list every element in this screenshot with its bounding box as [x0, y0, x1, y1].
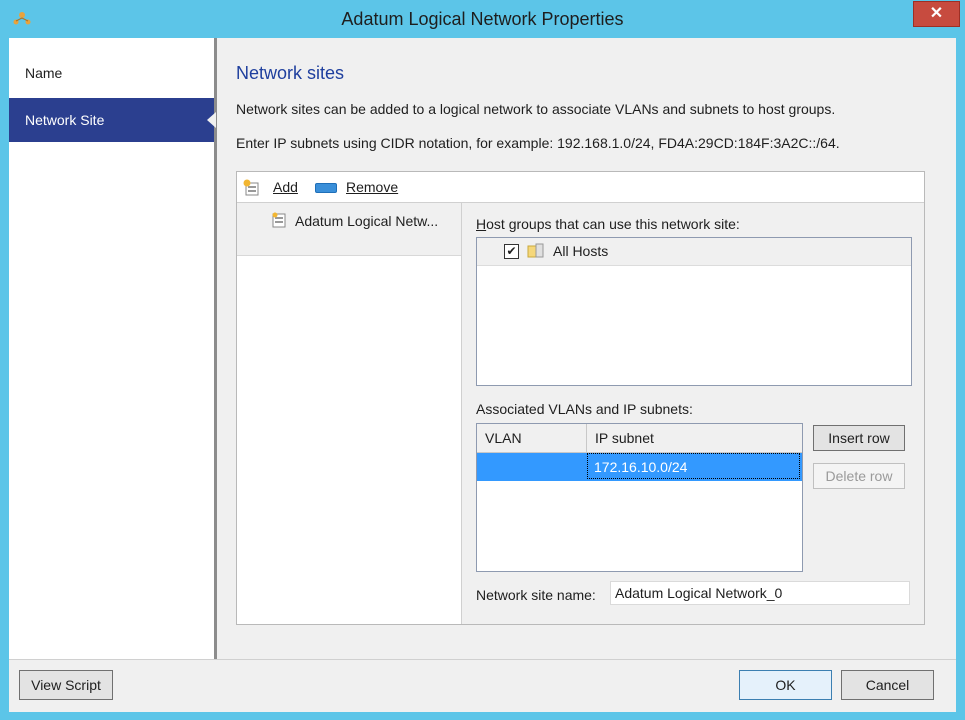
- column-divider[interactable]: [586, 424, 587, 452]
- main-panel: Network sites Network sites can be added…: [217, 38, 956, 659]
- host-group-folder-icon: [527, 243, 544, 258]
- add-label: Add: [273, 179, 298, 195]
- dialog-client: Name Network Site Network sites Network …: [9, 38, 956, 712]
- close-icon: ✕: [929, 5, 944, 22]
- dialog-footer: View Script OK Cancel: [9, 659, 956, 712]
- ok-button[interactable]: OK: [739, 670, 832, 700]
- remove-button[interactable]: Remove: [346, 179, 398, 195]
- cidr-hint-text: Enter IP subnets using CIDR notation, fo…: [236, 135, 840, 151]
- dialog-window: Adatum Logical Network Properties ✕ Name…: [0, 0, 965, 720]
- add-site-icon[interactable]: [243, 179, 261, 196]
- list-item[interactable]: ✔ All Hosts: [477, 238, 911, 266]
- ip-subnet-cell[interactable]: 172.16.10.0/24: [587, 453, 800, 479]
- all-hosts-checkbox[interactable]: ✔: [504, 244, 519, 259]
- active-pointer-icon: [207, 112, 216, 128]
- sites-toolbar: Add Remove: [237, 172, 924, 203]
- column-header-vlan[interactable]: VLAN: [485, 430, 522, 446]
- sites-list: Adatum Logical Netw...: [237, 203, 462, 624]
- nav-item-name[interactable]: Name: [9, 51, 214, 95]
- grid-header: VLAN IP subnet: [477, 424, 802, 453]
- vlans-label: Associated VLANs and IP subnets:: [476, 401, 693, 417]
- host-group-label: All Hosts: [553, 243, 609, 259]
- remove-icon[interactable]: [315, 183, 337, 193]
- wizard-nav: Name Network Site: [9, 38, 217, 659]
- title-bar[interactable]: Adatum Logical Network Properties ✕: [0, 0, 965, 38]
- list-item[interactable]: Adatum Logical Netw...: [237, 203, 461, 256]
- check-icon: ✔: [506, 244, 517, 258]
- host-groups-list[interactable]: ✔ All Hosts: [476, 237, 912, 386]
- site-name-label: Network site name:: [476, 587, 596, 603]
- site-item-label: Adatum Logical Netw...: [295, 213, 439, 229]
- nav-item-label: Network Site: [25, 112, 105, 128]
- network-sites-panel: Add Remove Adatum Logical Netw... Host g…: [236, 171, 925, 625]
- add-button[interactable]: Add: [273, 179, 298, 195]
- host-groups-label-text: ost groups that can use this network sit…: [486, 216, 740, 232]
- host-groups-label: Host groups that can use this network si…: [476, 216, 740, 232]
- nav-item-network-site[interactable]: Network Site: [9, 98, 216, 142]
- network-site-icon: [272, 212, 286, 228]
- table-row[interactable]: 172.16.10.0/24: [477, 453, 802, 481]
- site-name-input[interactable]: [610, 581, 910, 605]
- view-script-button[interactable]: View Script: [19, 670, 113, 700]
- delete-row-button[interactable]: Delete row: [813, 463, 905, 489]
- remove-label: Remove: [346, 179, 399, 195]
- close-button[interactable]: ✕: [913, 1, 960, 27]
- description-text: Network sites can be added to a logical …: [236, 101, 836, 117]
- column-header-ip-subnet[interactable]: IP subnet: [595, 430, 654, 446]
- insert-row-button[interactable]: Insert row: [813, 425, 905, 451]
- cancel-button[interactable]: Cancel: [841, 670, 934, 700]
- window-title: Adatum Logical Network Properties: [341, 9, 624, 29]
- page-title: Network sites: [236, 63, 345, 83]
- vlan-subnet-grid[interactable]: VLAN IP subnet 172.16.10.0/24: [476, 423, 803, 572]
